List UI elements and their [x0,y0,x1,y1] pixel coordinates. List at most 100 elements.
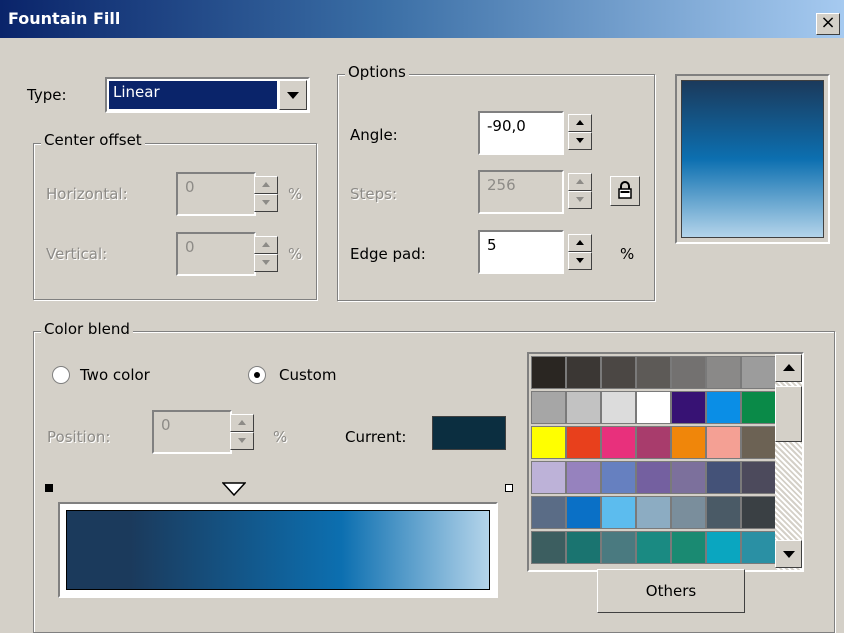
spin-up-icon[interactable] [254,236,278,254]
spin-up-icon[interactable] [568,234,592,252]
palette-swatch[interactable] [671,461,706,494]
palette-swatch[interactable] [601,461,636,494]
spin-up-icon[interactable] [568,114,592,132]
palette-swatch[interactable] [531,461,566,494]
type-dropdown-button[interactable] [279,80,307,110]
gradient-start-marker[interactable] [45,484,53,492]
two-color-radio[interactable] [52,366,70,384]
horizontal-field[interactable]: 0 [176,172,256,216]
palette-swatch[interactable] [601,531,636,564]
spin-up-icon[interactable] [230,414,254,432]
palette-swatch[interactable] [531,496,566,529]
spin-down-icon[interactable] [230,432,254,450]
vertical-unit: % [288,245,303,263]
steps-label: Steps: [350,185,398,203]
palette-swatch[interactable] [566,391,601,424]
palette-swatch[interactable] [531,426,566,459]
palette-swatch[interactable] [706,461,741,494]
close-button[interactable]: × [816,13,840,35]
angle-spinner[interactable] [568,114,592,150]
spin-down-icon[interactable] [568,132,592,150]
steps-field[interactable]: 256 [478,170,564,214]
palette-swatch[interactable] [566,461,601,494]
close-icon: × [820,12,836,33]
type-select[interactable]: Linear [105,77,310,113]
palette-swatch[interactable] [706,426,741,459]
palette-swatch[interactable] [741,496,776,529]
vertical-spinner[interactable] [254,236,278,272]
palette-swatch[interactable] [566,496,601,529]
palette-swatch[interactable] [636,496,671,529]
steps-spinner[interactable] [568,173,592,209]
custom-radio[interactable] [248,366,266,384]
palette-swatch[interactable] [566,531,601,564]
options-label: Options [345,63,409,81]
palette-swatch[interactable] [671,426,706,459]
palette-swatch[interactable] [706,356,741,389]
chevron-down-icon [287,92,299,99]
spin-down-icon[interactable] [254,254,278,272]
edge-pad-spinner[interactable] [568,234,592,270]
palette-swatch[interactable] [706,531,741,564]
others-button[interactable]: Others [597,569,745,613]
palette-swatch[interactable] [741,531,776,564]
vertical-label: Vertical: [46,245,108,263]
palette-swatch[interactable] [741,426,776,459]
center-offset-group [33,143,317,300]
position-spinner[interactable] [230,414,254,450]
palette-swatch[interactable] [636,391,671,424]
scroll-up-button[interactable] [775,354,802,382]
scroll-thumb[interactable] [775,386,802,442]
palette-scrollbar[interactable] [775,354,802,570]
vertical-field[interactable]: 0 [176,232,256,276]
gradient-preview-fill [681,80,824,238]
palette-swatch[interactable] [636,356,671,389]
window-title: Fountain Fill [8,9,121,28]
palette-grid [531,356,777,568]
palette-swatch[interactable] [566,426,601,459]
gradient-end-marker[interactable] [505,484,513,492]
palette-swatch[interactable] [741,356,776,389]
spin-down-icon[interactable] [568,252,592,270]
spin-down-icon[interactable] [568,191,592,209]
palette-swatch[interactable] [741,391,776,424]
palette-swatch[interactable] [636,461,671,494]
gradient-preview [675,74,830,244]
palette-swatch[interactable] [706,496,741,529]
two-color-label[interactable]: Two color [80,366,150,384]
angle-label: Angle: [350,126,398,144]
palette-swatch[interactable] [636,531,671,564]
position-field[interactable]: 0 [152,410,232,454]
palette-swatch[interactable] [741,461,776,494]
palette-swatch[interactable] [601,496,636,529]
palette-swatch[interactable] [601,356,636,389]
triangle-down-icon [783,551,795,558]
palette-swatch[interactable] [706,391,741,424]
type-select-value: Linear [109,81,277,109]
palette-swatch[interactable] [601,426,636,459]
palette-swatch[interactable] [671,531,706,564]
horizontal-label: Horizontal: [46,185,128,203]
current-color-swatch[interactable] [432,416,506,450]
palette-swatch[interactable] [531,391,566,424]
spin-up-icon[interactable] [568,173,592,191]
palette-swatch[interactable] [531,531,566,564]
gradient-bar[interactable] [58,502,498,598]
spin-up-icon[interactable] [254,176,278,194]
custom-label[interactable]: Custom [279,366,336,384]
palette-swatch[interactable] [566,356,601,389]
palette-swatch[interactable] [601,391,636,424]
triangle-down-icon[interactable] [222,482,246,496]
steps-lock-button[interactable] [610,176,640,206]
edge-pad-field[interactable]: 5 [478,230,564,274]
horizontal-spinner[interactable] [254,176,278,212]
spin-down-icon[interactable] [254,194,278,212]
palette-swatch[interactable] [671,496,706,529]
palette-swatch[interactable] [531,356,566,389]
angle-field[interactable]: -90,0 [478,111,564,155]
scroll-down-button[interactable] [775,540,802,568]
lock-icon [618,181,632,199]
palette-swatch[interactable] [636,426,671,459]
palette-swatch[interactable] [671,356,706,389]
palette-swatch[interactable] [671,391,706,424]
